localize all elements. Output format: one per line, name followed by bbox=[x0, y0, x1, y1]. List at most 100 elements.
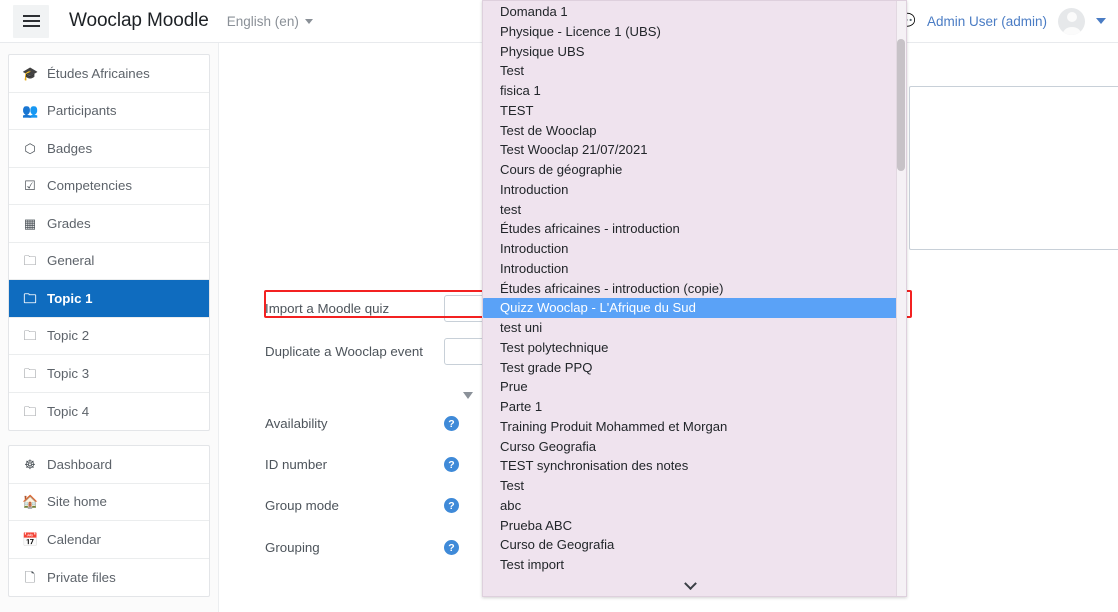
shield-icon: ⬡ bbox=[24, 140, 36, 156]
graduation-cap-icon: 🎓 bbox=[22, 65, 39, 81]
sidebar-item-label: Site home bbox=[47, 494, 107, 510]
description-textarea[interactable] bbox=[909, 86, 1118, 250]
help-icon-id-number[interactable]: ? bbox=[444, 457, 459, 472]
sidebar-item-topic-3[interactable]: 🗀 Topic 3 bbox=[9, 355, 209, 393]
dropdown-option[interactable]: Test polytechnique bbox=[483, 338, 906, 358]
sidebar-item-label: General bbox=[47, 253, 95, 269]
sidebar-item-label: Topic 1 bbox=[47, 290, 93, 306]
checkbox-icon: ☑ bbox=[24, 178, 36, 194]
sidebar-item-label: Calendar bbox=[47, 531, 101, 547]
dropdown-scroll-down-button[interactable] bbox=[483, 576, 898, 596]
language-label: English (en) bbox=[226, 13, 299, 29]
dropdown-scrollbar-thumb[interactable] bbox=[897, 39, 905, 171]
dropdown-option[interactable]: Curso Geografia bbox=[483, 437, 906, 457]
dropdown-option[interactable]: TEST synchronisation des notes bbox=[483, 456, 906, 476]
dropdown-option[interactable]: Test Wooclap 21/07/2021 bbox=[483, 140, 906, 160]
dropdown-option[interactable]: Prueba ABC bbox=[483, 516, 906, 536]
folder-icon: 🗀 bbox=[23, 253, 37, 269]
dropdown-option[interactable]: Domanda 1 bbox=[483, 2, 906, 22]
folder-icon: 🗀 bbox=[23, 403, 37, 419]
sidebar-item-label: Private files bbox=[47, 569, 116, 585]
sidebar-item-dashboard[interactable]: ☸ Dashboard bbox=[9, 446, 209, 484]
help-icon-grouping[interactable]: ? bbox=[444, 540, 459, 555]
calendar-icon: 📅 bbox=[22, 531, 39, 547]
sidebar-item-site-home[interactable]: 🏠 Site home bbox=[9, 484, 209, 521]
collapse-caret-icon[interactable] bbox=[463, 392, 473, 399]
label-grouping: Grouping bbox=[265, 540, 320, 555]
dropdown-option[interactable]: Curso de Geografia bbox=[483, 535, 906, 555]
dropdown-option-list: Domanda 1 Physique - Licence 1 (UBS) Physi… bbox=[483, 1, 906, 595]
label-id-number: ID number bbox=[265, 457, 328, 472]
sidebar-item-label: Badges bbox=[47, 140, 93, 156]
site-nav-block: ☸ Dashboard 🏠 Site home 📅 Calendar 🗋 Private fi… bbox=[8, 445, 210, 597]
sidebar-item-topic-2[interactable]: 🗀 Topic 2 bbox=[9, 318, 209, 355]
dropdown-option[interactable]: fisica 1 bbox=[483, 81, 906, 101]
label-duplicate-wooclap-event: Duplicate a Wooclap event bbox=[265, 344, 423, 359]
chevron-down-icon bbox=[304, 18, 313, 24]
label-group-mode: Group mode bbox=[265, 498, 339, 513]
table-icon: ▦ bbox=[23, 215, 37, 231]
dropdown-option[interactable]: Parte 1 bbox=[483, 397, 906, 417]
dropdown-option[interactable]: Introduction bbox=[483, 239, 906, 259]
dropdown-option[interactable]: Physique - Licence 1 (UBS) bbox=[483, 22, 906, 42]
left-sidebar: 🎓 Études Africaines 👥 Participants ⬡ Badges ☑ C… bbox=[0, 43, 218, 612]
user-menu-label[interactable]: Admin User (admin) bbox=[927, 14, 1047, 29]
sidebar-item-label: Participants bbox=[47, 103, 117, 119]
label-import-moodle-quiz: Import a Moodle quiz bbox=[265, 301, 390, 316]
sidebar-item-private-files[interactable]: 🗋 Private files bbox=[9, 559, 209, 597]
sidebar-item-label: Topic 4 bbox=[47, 403, 90, 419]
dropdown-option[interactable]: test bbox=[483, 200, 906, 220]
sidebar-item-label: Topic 3 bbox=[47, 365, 90, 381]
chevron-down-icon bbox=[684, 576, 697, 590]
dropdown-option[interactable]: Test grade PPQ bbox=[483, 358, 906, 378]
moodle-page: Wooclap Moodle English (en) 🔔 💬 Admin Us… bbox=[0, 0, 1118, 612]
dropdown-option[interactable]: Cours de géographie bbox=[483, 160, 906, 180]
dropdown-option[interactable]: Études africaines - introduction (copie) bbox=[483, 279, 906, 299]
dropdown-option[interactable]: Études africaines - introduction bbox=[483, 219, 906, 239]
sidebar-item-calendar[interactable]: 📅 Calendar bbox=[9, 521, 209, 559]
dropdown-option[interactable]: Introduction bbox=[483, 180, 906, 200]
sidebar-item-topic-4[interactable]: 🗀 Topic 4 bbox=[9, 393, 209, 431]
avatar[interactable] bbox=[1058, 7, 1085, 35]
sidebar-item-tudes-africaines[interactable]: 🎓 Études Africaines bbox=[9, 55, 209, 93]
dropdown-option[interactable]: test uni bbox=[483, 318, 906, 338]
dropdown-option[interactable]: Training Produit Mohammed et Morgan bbox=[483, 417, 906, 437]
wooclap-event-dropdown[interactable]: Domanda 1 Physique - Licence 1 (UBS) Physi… bbox=[482, 0, 907, 597]
dropdown-option[interactable]: Test import bbox=[483, 555, 906, 575]
label-availability: Availability bbox=[265, 416, 328, 431]
sidebar-item-general[interactable]: 🗀 General bbox=[9, 243, 209, 280]
course-nav-block: 🎓 Études Africaines 👥 Participants ⬡ Badges ☑ C… bbox=[8, 54, 210, 431]
user-menu-chevron-down-icon[interactable] bbox=[1096, 18, 1106, 24]
dropdown-option[interactable]: Test de Wooclap bbox=[483, 121, 906, 141]
help-icon-availability[interactable]: ? bbox=[444, 416, 459, 431]
sidebar-item-badges[interactable]: ⬡ Badges bbox=[9, 130, 209, 168]
file-icon: 🗋 bbox=[24, 569, 36, 585]
dropdown-option[interactable]: abc bbox=[483, 496, 906, 516]
sidebar-item-participants[interactable]: 👥 Participants bbox=[9, 93, 209, 130]
language-selector[interactable]: English (en) bbox=[227, 14, 313, 29]
sidebar-item-label: Études Africaines bbox=[47, 65, 150, 81]
sidebar-item-label: Competencies bbox=[47, 178, 132, 194]
dropdown-scrollbar[interactable] bbox=[896, 1, 906, 596]
dropdown-option[interactable]: Quizz Wooclap - L'Afrique du Sud bbox=[483, 298, 897, 318]
home-icon: 🏠 bbox=[22, 494, 39, 510]
hamburger-menu-icon[interactable] bbox=[13, 4, 49, 38]
dropdown-option[interactable]: Introduction bbox=[483, 259, 906, 279]
dropdown-option[interactable]: Test bbox=[483, 476, 906, 496]
help-icon-group-mode[interactable]: ? bbox=[444, 498, 459, 513]
sidebar-item-topic-1[interactable]: 🗀 Topic 1 bbox=[9, 280, 209, 318]
sidebar-item-label: Topic 2 bbox=[47, 328, 90, 344]
sidebar-item-label: Grades bbox=[47, 215, 91, 231]
folder-icon: 🗀 bbox=[23, 290, 37, 306]
folder-icon: 🗀 bbox=[23, 365, 37, 381]
sidebar-item-competencies[interactable]: ☑ Competencies bbox=[9, 168, 209, 205]
dropdown-option[interactable]: TEST bbox=[483, 101, 906, 121]
sidebar-item-label: Dashboard bbox=[47, 456, 113, 472]
dropdown-option[interactable]: Test bbox=[483, 61, 906, 81]
dropdown-option[interactable]: Physique UBS bbox=[483, 42, 906, 62]
site-brand[interactable]: Wooclap Moodle bbox=[69, 10, 209, 32]
dropdown-option[interactable]: Prue bbox=[483, 377, 906, 397]
sidebar-item-grades[interactable]: ▦ Grades bbox=[9, 205, 209, 243]
dashboard-icon: ☸ bbox=[24, 456, 36, 472]
users-icon: 👥 bbox=[22, 103, 39, 119]
